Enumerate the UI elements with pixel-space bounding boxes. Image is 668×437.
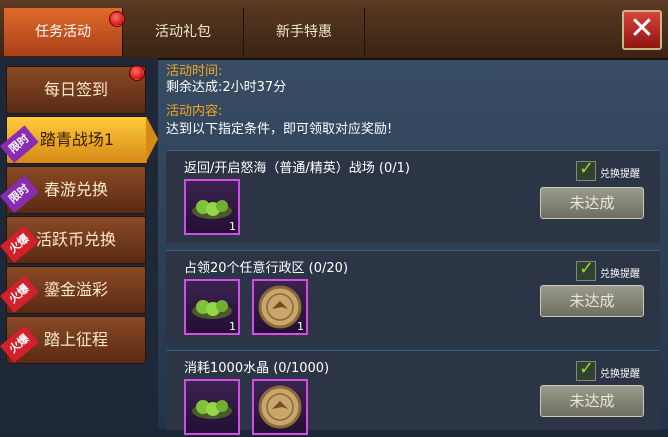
menu-item-label: 春游兑换 bbox=[43, 180, 108, 199]
menu-item-daily-signin[interactable]: 每日签到 bbox=[6, 66, 146, 114]
event-window: 任务活动 活动礼包 新手特惠 ✕ 每日签到 踏青战场1 限时 春游兑换 限时 活… bbox=[0, 0, 668, 435]
close-button[interactable]: ✕ bbox=[622, 10, 662, 50]
task-row: 占领20个任意行政区 (0/20) 1 1 ✓ 兑换提醒 未达成 bbox=[166, 250, 660, 343]
tab-label: 活动礼包 bbox=[155, 24, 211, 40]
gold-coin-icon bbox=[258, 385, 302, 429]
exchange-reminder-checkbox[interactable]: ✓ bbox=[576, 358, 596, 381]
checkmark-icon: ✓ bbox=[579, 358, 595, 379]
tab-label: 任务活动 bbox=[35, 24, 91, 40]
notification-dot-icon bbox=[110, 12, 124, 26]
selected-arrow-icon bbox=[146, 116, 158, 162]
tab-bar: 任务活动 活动礼包 新手特惠 ✕ bbox=[0, 0, 668, 60]
tab-activity-gift[interactable]: 活动礼包 bbox=[123, 8, 244, 56]
task-title: 返回/开启怒海（普通/精英）战场 (0/1) bbox=[184, 161, 410, 176]
tab-label: 新手特惠 bbox=[276, 24, 332, 40]
reward-item[interactable]: 1 bbox=[184, 179, 240, 235]
green-dumpling-icon bbox=[192, 400, 232, 419]
task-title: 占领20个任意行政区 (0/20) bbox=[184, 261, 349, 276]
not-achieved-button[interactable]: 未达成 bbox=[540, 285, 644, 317]
checkbox-label: 兑换提醒 bbox=[600, 269, 640, 280]
checkbox-label: 兑换提醒 bbox=[600, 169, 640, 180]
menu-item-label: 踏上征程 bbox=[43, 330, 108, 349]
task-row: 消耗1000水晶 (0/1000) ✓ 兑换提醒 未达成 bbox=[166, 350, 660, 435]
checkmark-icon: ✓ bbox=[579, 158, 595, 179]
menu-item-label: 每日签到 bbox=[43, 80, 108, 99]
left-menu: 每日签到 踏青战场1 限时 春游兑换 限时 活跃币兑换 火爆 鎏金溢彩 火爆 踏… bbox=[0, 58, 158, 429]
checkmark-icon: ✓ bbox=[579, 258, 595, 279]
reward-count: 1 bbox=[229, 320, 236, 333]
notification-dot-icon bbox=[130, 66, 144, 80]
reward-item[interactable] bbox=[184, 379, 240, 435]
reward-item[interactable]: 1 bbox=[252, 279, 308, 335]
menu-item-label: 活跃币兑换 bbox=[35, 230, 116, 249]
reward-count: 1 bbox=[229, 220, 236, 233]
tab-task-activity[interactable]: 任务活动 bbox=[4, 8, 123, 56]
reward-count: 1 bbox=[297, 320, 304, 333]
reward-item[interactable] bbox=[252, 379, 308, 435]
activity-content-value: 达到以下指定条件，即可领取对应奖励! bbox=[166, 122, 393, 137]
exchange-reminder-checkbox[interactable]: ✓ bbox=[576, 158, 596, 181]
menu-item-label: 踏青战场1 bbox=[39, 130, 115, 149]
menu-item-label: 鎏金溢彩 bbox=[43, 280, 108, 299]
checkbox-label: 兑换提醒 bbox=[600, 369, 640, 380]
activity-time-value: 剩余达成:2小时37分 bbox=[166, 80, 287, 95]
reward-item[interactable]: 1 bbox=[184, 279, 240, 335]
close-icon: ✕ bbox=[629, 11, 655, 46]
tab-newbie-offer[interactable]: 新手特惠 bbox=[244, 8, 365, 56]
exchange-reminder-checkbox[interactable]: ✓ bbox=[576, 258, 596, 281]
not-achieved-button[interactable]: 未达成 bbox=[540, 385, 644, 417]
not-achieved-button[interactable]: 未达成 bbox=[540, 187, 644, 219]
task-title: 消耗1000水晶 (0/1000) bbox=[184, 361, 330, 376]
task-row: 返回/开启怒海（普通/精英）战场 (0/1) 1 ✓ 兑换提醒 未达成 bbox=[166, 150, 660, 243]
activity-content-label: 活动内容: bbox=[166, 104, 223, 119]
